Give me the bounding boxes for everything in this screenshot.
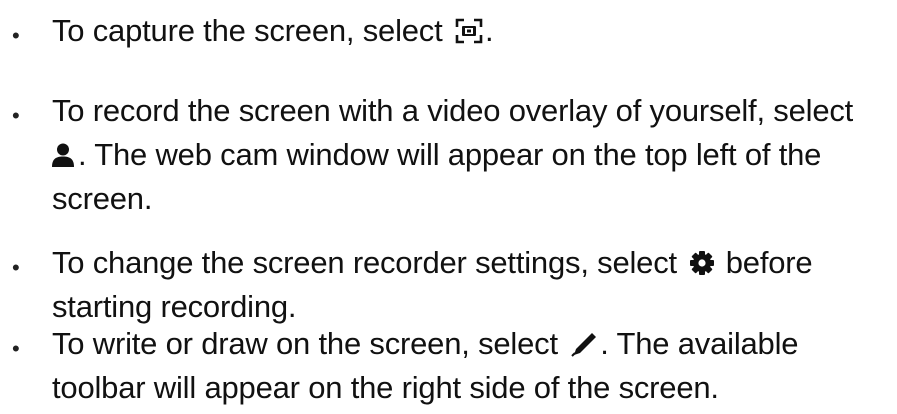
text-line: To change the screen recorder settings, … [52,245,813,280]
text-line: To write or draw on the screen, select .… [52,326,799,361]
text-line: toolbar will appear on the right side of… [52,370,719,405]
pen-icon [570,331,598,357]
instruction-list: • To capture the screen, select . • To r… [0,0,897,414]
text-line: . The web cam window will appear on the … [50,136,821,174]
text-line: screen. [52,181,153,216]
text-line: starting recording. [52,289,297,324]
bullet: • [12,103,20,128]
text-line: To capture the screen, select . [52,13,494,48]
bullet: • [12,336,20,361]
person-icon [50,142,76,168]
gear-icon [689,250,715,276]
screen-capture-icon [455,18,483,44]
bullet: • [12,23,20,48]
text-line: To record the screen with a video overla… [52,93,854,128]
bullet: • [12,255,20,280]
